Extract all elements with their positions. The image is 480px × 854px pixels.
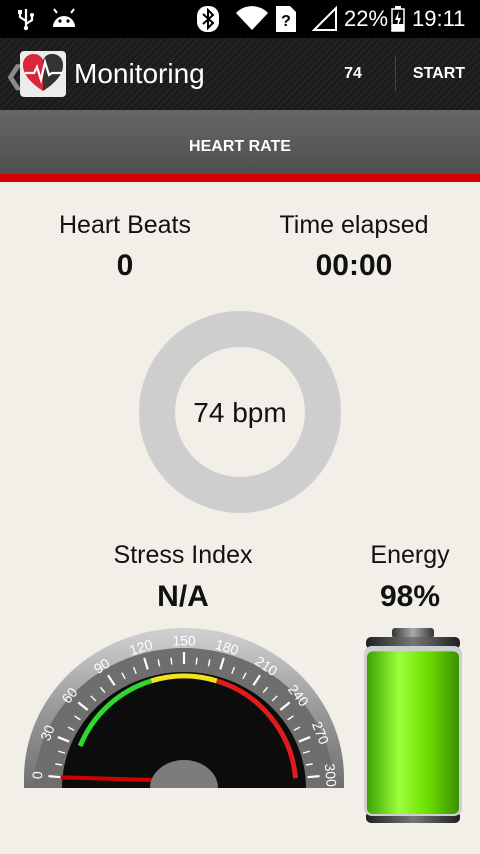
action-divider	[395, 56, 396, 92]
bpm-display: 74 bpm	[193, 397, 287, 428]
action-bar: ❮ Monitoring 74 START	[0, 38, 480, 110]
svg-text:?: ?	[281, 13, 291, 30]
tab-indicator	[0, 174, 480, 182]
battery-terminal	[392, 628, 434, 638]
energy-battery	[364, 628, 462, 823]
battery-charging-icon	[391, 6, 405, 32]
android-icon	[53, 8, 75, 27]
gauge-label-0: 0	[29, 770, 46, 779]
time-elapsed-value: 00:00	[315, 249, 393, 282]
gauge-label-150: 150	[172, 633, 196, 649]
start-button[interactable]: START	[402, 65, 476, 83]
app-title: Monitoring	[74, 58, 205, 89]
gauge-minor-tick	[170, 657, 173, 665]
bpm-readout: 74	[344, 65, 362, 82]
energy-value: 98%	[379, 580, 441, 613]
gauge-major-tick	[307, 775, 320, 779]
status-bar: ? 22% 19:11	[0, 0, 480, 38]
gauge-label-300: 300	[322, 763, 340, 788]
heart-beats-value: 0	[116, 249, 134, 282]
time-elapsed-label: Time elapsed	[279, 211, 429, 239]
battery-percent: 22%	[344, 6, 389, 31]
tab-heart-rate[interactable]: HEART RATE	[0, 138, 480, 156]
heart-beats-label: Heart Beats	[58, 211, 191, 239]
bluetooth-icon	[197, 6, 219, 32]
gauge-needle	[60, 775, 154, 782]
heart-pulse-logo-icon[interactable]	[20, 51, 66, 97]
stress-index-label: Stress Index	[113, 541, 253, 569]
stress-index-value: N/A	[157, 580, 209, 613]
sim-unknown-icon: ?	[276, 6, 296, 32]
usb-icon	[18, 9, 34, 31]
battery-fill	[367, 651, 459, 814]
wifi-icon	[236, 6, 268, 30]
energy-label: Energy	[370, 541, 450, 569]
signal-icon	[312, 6, 337, 31]
gauge-major-tick	[48, 775, 61, 779]
stress-gauge: 0306090120 150 180210240270300	[24, 628, 344, 788]
gauge-minor-tick	[195, 657, 198, 665]
tab-bar: HEART RATE	[0, 110, 480, 174]
clock: 19:11	[412, 6, 466, 31]
